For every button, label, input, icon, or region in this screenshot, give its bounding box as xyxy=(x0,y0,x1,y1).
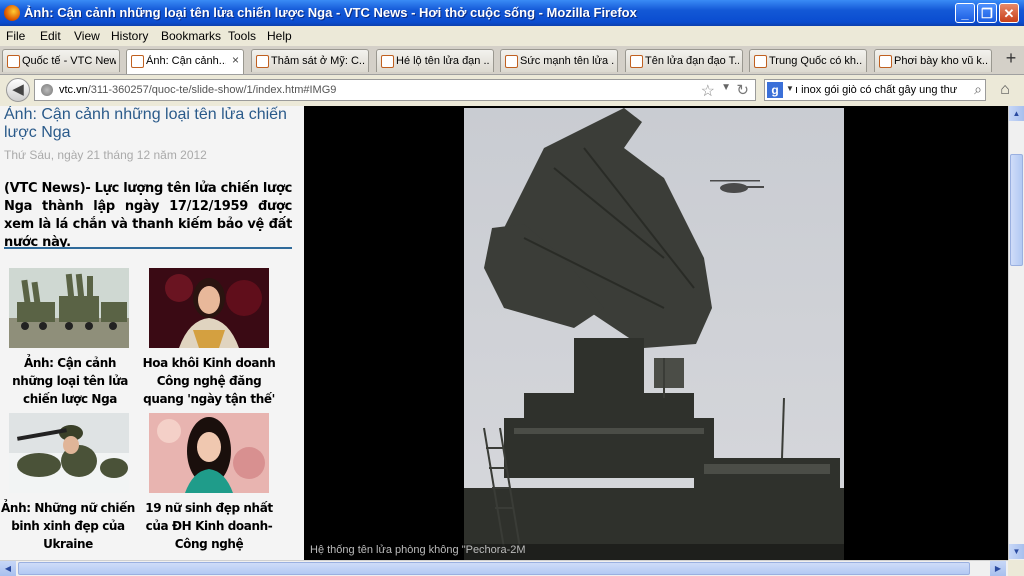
url-text: vtc.vn/311-360257/quoc-te/slide-show/1/i… xyxy=(59,84,337,96)
engine-dropdown-icon[interactable]: ▼ xyxy=(786,84,794,93)
female-soldiers-thumbnail xyxy=(9,413,129,493)
tab-bar: Quốc tế - VTC News Ảnh: Cận cảnh... × Th… xyxy=(0,46,1024,75)
tab-suc-manh[interactable]: Sức mạnh tên lửa ... xyxy=(500,49,618,72)
missile-launchers-thumbnail xyxy=(9,268,129,348)
tab-label: Sức mạnh tên lửa ... xyxy=(520,55,614,67)
vtc-favicon-icon xyxy=(505,55,518,68)
google-search-engine-icon[interactable]: g xyxy=(767,82,783,98)
tab-label: Quốc tế - VTC News xyxy=(22,55,116,67)
tab-label: Ảnh: Cận cảnh... xyxy=(146,55,226,67)
menu-bookmarks[interactable]: Bookmarks xyxy=(161,29,221,43)
radar-system-photo xyxy=(464,108,844,560)
search-icon[interactable]: ⌕ xyxy=(974,81,982,98)
vtc-favicon-icon xyxy=(256,55,269,68)
search-input[interactable]: ı inox gói giò có chất gây ung thư xyxy=(795,84,963,96)
scroll-down-icon[interactable]: ▼ xyxy=(1009,544,1024,559)
vtc-favicon-icon xyxy=(7,55,20,68)
beauty-queen-thumbnail xyxy=(149,268,269,348)
close-button[interactable]: ✕ xyxy=(999,3,1019,23)
tab-close-icon[interactable]: × xyxy=(232,53,239,67)
vertical-scroll-thumb[interactable] xyxy=(1010,154,1023,266)
scrollbar-corner xyxy=(1008,560,1024,576)
article-date: Thứ Sáu, ngày 21 tháng 12 năm 2012 xyxy=(4,148,207,162)
vtc-favicon-icon xyxy=(754,55,767,68)
tab-he-lo[interactable]: Hé lộ tên lửa đạn ... xyxy=(376,49,494,72)
url-dropdown-icon[interactable]: ▼ xyxy=(721,82,731,93)
horizontal-scrollbar[interactable]: ◀ ▶ xyxy=(0,560,1008,576)
vertical-scrollbar[interactable]: ▲ ▼ xyxy=(1008,106,1024,560)
divider xyxy=(4,247,292,249)
menu-bar: File Edit View History Bookmarks Tools H… xyxy=(0,26,1024,46)
minimize-button[interactable]: _ xyxy=(955,3,975,23)
tab-phoi-bay[interactable]: Phơi bày kho vũ k... xyxy=(874,49,992,72)
window-title-bar[interactable]: Ảnh: Cận cảnh những loại tên lửa chiến l… xyxy=(0,0,1024,26)
url-bar[interactable]: vtc.vn/311-360257/quoc-te/slide-show/1/i… xyxy=(34,79,756,101)
article-summary: (VTC News)- Lực lượng tên lửa chiến lược… xyxy=(4,181,292,250)
tab-label: Hé lộ tên lửa đạn ... xyxy=(396,55,490,67)
tab-ten-lua-dan-dao[interactable]: Tên lửa đạn đạo T... xyxy=(625,49,743,72)
maximize-button[interactable]: ❐ xyxy=(977,3,997,23)
tab-label: Thảm sát ở Mỹ: C... xyxy=(271,55,365,67)
tab-label: Tên lửa đạn đạo T... xyxy=(645,55,739,67)
scroll-right-icon[interactable]: ▶ xyxy=(990,561,1006,576)
tab-label: Phơi bày kho vũ k... xyxy=(894,55,988,67)
horizontal-scroll-thumb[interactable] xyxy=(18,562,970,575)
home-icon: ⌂ xyxy=(1000,81,1010,98)
window-title: Ảnh: Cận cảnh những loại tên lửa chiến l… xyxy=(24,5,637,20)
back-arrow-icon: ◀ xyxy=(12,81,24,98)
back-button[interactable]: ◀ xyxy=(6,78,30,102)
menu-file[interactable]: File xyxy=(6,29,25,43)
reload-icon[interactable]: ↻ xyxy=(736,81,749,99)
vtc-favicon-icon xyxy=(131,55,144,68)
slideshow-viewer[interactable]: Hệ thống tên lửa phòng không "Pechora-2M xyxy=(304,106,1008,560)
related-caption[interactable]: Ảnh: Những nữ chiến binh xinh đẹp của Uk… xyxy=(0,499,136,553)
search-box[interactable]: g ▼ ı inox gói giò có chất gây ung thư ⌕ xyxy=(764,79,986,101)
tab-trung-quoc[interactable]: Trung Quốc có kh... xyxy=(749,49,867,72)
vtc-favicon-icon xyxy=(381,55,394,68)
related-caption[interactable]: Hoa khôi Kinh doanh Công nghệ đăng quang… xyxy=(141,354,277,408)
scroll-up-icon[interactable]: ▲ xyxy=(1009,106,1024,121)
globe-icon xyxy=(41,84,53,96)
menu-edit[interactable]: Edit xyxy=(40,29,61,43)
navigation-bar: ◀ vtc.vn/311-360257/quoc-te/slide-show/1… xyxy=(0,75,1024,107)
tab-quoc-te[interactable]: Quốc tế - VTC News xyxy=(2,49,120,72)
vtc-favicon-icon xyxy=(630,55,643,68)
vtc-favicon-icon xyxy=(879,55,892,68)
article-sidebar: Ảnh: Cận cảnh những loại tên lửa chiến l… xyxy=(0,106,304,560)
scroll-left-icon[interactable]: ◀ xyxy=(0,561,16,576)
menu-tools[interactable]: Tools xyxy=(228,29,256,43)
firefox-logo-icon xyxy=(4,5,20,21)
related-caption[interactable]: Ảnh: Cận cảnh những loại tên lửa chiến l… xyxy=(2,354,138,408)
menu-help[interactable]: Help xyxy=(267,29,292,43)
article-title: Ảnh: Cận cảnh những loại tên lửa chiến l… xyxy=(4,106,287,141)
bookmark-star-icon[interactable]: ☆ xyxy=(701,81,715,101)
menu-history[interactable]: History xyxy=(111,29,148,43)
menu-view[interactable]: View xyxy=(74,29,100,43)
related-caption[interactable]: 19 nữ sinh đẹp nhất của ĐH Kinh doanh-Cô… xyxy=(141,499,277,553)
tab-label: Trung Quốc có kh... xyxy=(769,55,863,67)
page-content: Ảnh: Cận cảnh những loại tên lửa chiến l… xyxy=(0,106,1008,560)
new-tab-button[interactable]: + xyxy=(1000,48,1022,70)
tab-tham-sat[interactable]: Thảm sát ở Mỹ: C... xyxy=(251,49,369,72)
female-student-thumbnail xyxy=(149,413,269,493)
home-button[interactable]: ⌂ xyxy=(994,81,1016,101)
photo-caption: Hệ thống tên lửa phòng không "Pechora-2M xyxy=(310,544,526,556)
tab-anh-can-canh[interactable]: Ảnh: Cận cảnh... × xyxy=(126,49,244,74)
